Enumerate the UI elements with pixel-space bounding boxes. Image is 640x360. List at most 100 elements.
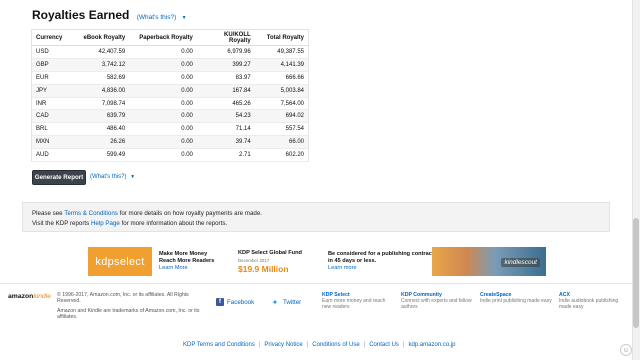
chevron-down-icon[interactable]: ▼ <box>130 174 135 180</box>
scrollbar-thumb[interactable] <box>633 218 639 328</box>
facebook-link[interactable]: f Facebook <box>216 298 254 306</box>
cell-currency: USD <box>31 45 76 59</box>
kdp-select-desc: Earn more money and reach new readers <box>322 298 386 310</box>
footer-col-kdp-community[interactable]: KDP Community Connect with experts and f… <box>401 292 473 310</box>
promo-banner[interactable]: kdpselect Make More Money Reach More Rea… <box>88 247 546 276</box>
banner-col3-title2: in 45 days or less. <box>328 258 377 264</box>
cell-ku-koll: 399.27 <box>196 58 255 72</box>
help-page-link[interactable]: Help Page <box>91 220 120 227</box>
banner-col1-title2: Reach More Readers <box>159 258 215 264</box>
cell-total: 694.02 <box>254 109 309 124</box>
generate-whats-this-link[interactable]: (What's this?) <box>90 174 127 180</box>
createspace-desc: Indie print publishing made easy <box>480 298 552 304</box>
banner-col-2: KDP Select Global Fund December 2017 $19… <box>238 250 302 274</box>
cell-ku-koll: 71.14 <box>196 122 255 137</box>
table-row: GBP 3,742.12 0.00 399.27 4,141.39 <box>31 58 309 72</box>
cell-total: 7,564.00 <box>254 97 309 111</box>
privacy-notice-link[interactable]: Privacy Notice <box>264 342 302 348</box>
facebook-label: Facebook <box>227 298 255 306</box>
cell-total: 557.54 <box>254 122 309 137</box>
generate-report-button[interactable]: Generate Report <box>32 170 86 185</box>
footer-col-createspace[interactable]: CreateSpace Indie print publishing made … <box>480 292 552 304</box>
acx-desc: Indie audiobook publishing made easy <box>559 298 619 310</box>
cell-paperback: 0.00 <box>129 135 197 150</box>
kindle-scout-image[interactable]: kindlescout <box>432 247 546 276</box>
table-row: CAD 639.79 0.00 54.23 694.02 <box>31 109 309 124</box>
kdp-terms-link[interactable]: KDP Terms and Conditions <box>183 342 255 348</box>
cell-currency: INR <box>31 97 76 111</box>
table-row: INR 7,098.74 0.00 465.26 7,564.00 <box>31 97 309 111</box>
info-line-2: Visit the KDP reports Help Page for more… <box>32 219 600 229</box>
contact-us-link[interactable]: Contact Us <box>369 342 399 348</box>
cell-ebook: 3,742.12 <box>75 58 130 72</box>
cell-ebook: 639.79 <box>75 109 130 124</box>
banner-col3-link[interactable]: Learn more <box>328 265 434 272</box>
cell-ebook: 26.26 <box>75 135 130 150</box>
cell-paperback: 0.00 <box>129 71 197 85</box>
chevron-down-icon[interactable]: ▼ <box>182 15 187 21</box>
cell-total: 66.00 <box>254 135 309 150</box>
page-left-margin <box>0 0 22 360</box>
col-header-ku-koll: KU/KOLL Royalty <box>196 29 255 46</box>
info-text: Visit the KDP reports <box>32 220 91 227</box>
conditions-of-use-link[interactable]: Conditions of Use <box>312 342 359 348</box>
cell-ebook: 582.69 <box>75 71 130 85</box>
royalty-info-box: Please see Terms & Conditions for more d… <box>22 202 610 232</box>
cell-paperback: 0.00 <box>129 122 197 137</box>
cell-paperback: 0.00 <box>129 58 197 72</box>
info-line-1: Please see Terms & Conditions for more d… <box>32 209 600 219</box>
generate-whats-this[interactable]: (What's this?) ▼ <box>90 174 135 180</box>
kdp-amazon-jp-link[interactable]: kdp.amazon.co.jp <box>408 342 455 348</box>
terms-conditions-link[interactable]: Terms & Conditions <box>64 210 118 217</box>
cell-ebook: 7,098.74 <box>75 97 130 111</box>
footer-col-kdp-select[interactable]: KDP Select Earn more money and reach new… <box>322 292 394 310</box>
info-text: for more details on how royalty payments… <box>117 210 262 217</box>
info-text: for more information about the reports. <box>119 220 228 227</box>
footer-col-acx[interactable]: ACX Indie audiobook publishing made easy <box>559 292 631 310</box>
udemy-watermark-icon: u <box>620 344 632 356</box>
banner-learn-more-link[interactable]: Learn More <box>159 265 214 272</box>
cell-ku-koll: 54.23 <box>196 109 255 124</box>
table-row: MXN 26.26 0.00 39.74 66.00 <box>31 135 309 150</box>
cell-currency: MXN <box>31 135 76 150</box>
table-row: BRL 486.40 0.00 71.14 557.54 <box>31 122 309 137</box>
cell-ku-koll: 39.74 <box>196 135 255 150</box>
vertical-scrollbar[interactable] <box>632 0 640 360</box>
copyright-text: © 1996-2017, Amazon.com, Inc. or its aff… <box>57 292 207 321</box>
link-separator: | <box>363 342 366 348</box>
cell-ku-koll: 167.84 <box>196 84 255 98</box>
cell-currency: JPY <box>31 84 76 98</box>
kdp-select-logo[interactable]: kdpselect <box>88 247 152 276</box>
amazon-kindle-logo[interactable]: amazonkindle <box>8 293 51 300</box>
cell-total: 602.20 <box>254 148 309 163</box>
table-row: JPY 4,836.00 0.00 167.84 5,003.84 <box>31 84 309 98</box>
cell-ku-koll: 83.97 <box>196 71 255 85</box>
page-title: Royalties Earned (What's this?) ▼ <box>32 8 187 22</box>
table-row: USD 42,407.59 0.00 6,979.96 49,387.55 <box>31 45 309 59</box>
cell-currency: AUD <box>31 148 76 163</box>
cell-ebook: 486.40 <box>75 122 130 137</box>
banner-col2-sub: December 2017 <box>238 258 270 263</box>
cell-total: 666.66 <box>254 71 309 85</box>
cell-ku-koll: 2.71 <box>196 148 255 163</box>
facebook-icon: f <box>216 298 224 306</box>
cell-ebook: 599.49 <box>75 148 130 163</box>
cell-paperback: 0.00 <box>129 97 197 111</box>
twitter-label: Twitter <box>283 298 302 306</box>
copyright-line-2: Amazon and Kindle are trademarks of Amaz… <box>57 307 200 321</box>
banner-col1-title1: Make More Money <box>159 251 208 257</box>
whats-this-link[interactable]: (What's this?) <box>137 14 177 21</box>
banner-col2-title: KDP Select Global Fund <box>238 250 302 256</box>
footer-divider <box>0 283 632 284</box>
page-title-text: Royalties Earned <box>32 8 130 22</box>
logo-amazon: amazon <box>8 293 34 300</box>
cell-currency: GBP <box>31 58 76 72</box>
cell-ebook: 42,407.59 <box>75 45 130 59</box>
cell-currency: CAD <box>31 109 76 124</box>
twitter-link[interactable]: ✦ Twitter <box>270 298 302 307</box>
info-text: Please see <box>32 210 65 217</box>
kindle-scout-label: kindlescout <box>501 258 540 267</box>
kdp-community-desc: Connect with experts and fellow authors <box>401 298 472 310</box>
cell-total: 49,387.55 <box>254 45 309 59</box>
banner-col3-title1: Be considered for a publishing contract <box>328 251 434 257</box>
